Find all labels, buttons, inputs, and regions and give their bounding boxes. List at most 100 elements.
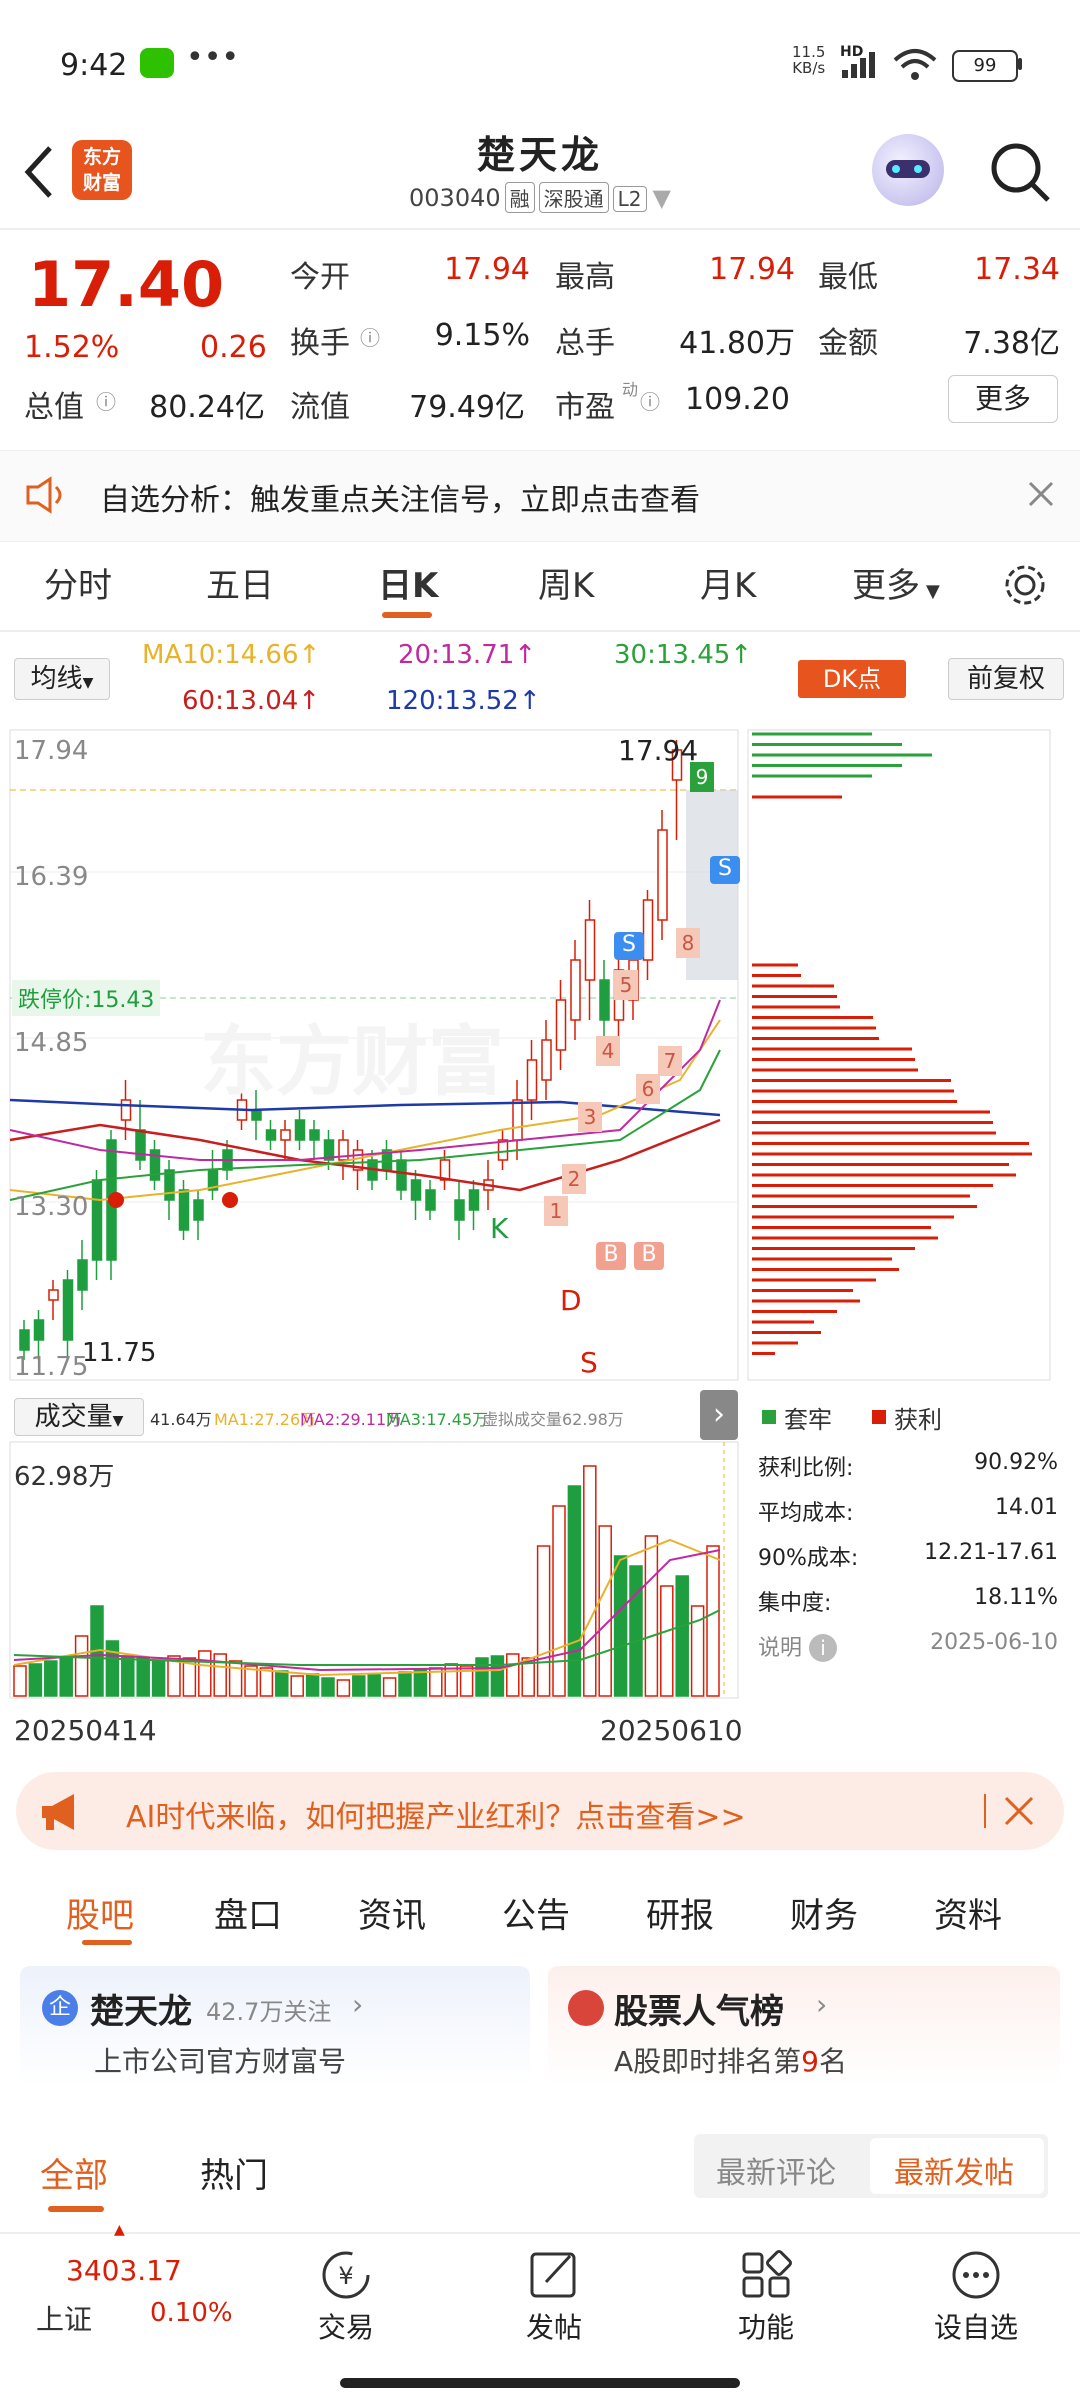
info-icon[interactable]: ⓘ (360, 322, 380, 351)
low-dot (222, 1192, 238, 1208)
feed-tab-all[interactable]: 全部 (40, 2148, 108, 2197)
tab-pankou[interactable]: 盘口 (214, 1888, 282, 1937)
volume-selector[interactable]: 成交量▼ (14, 1398, 144, 1436)
volume-selector-label: 成交量 (34, 1402, 113, 1432)
grid-icon (742, 2250, 792, 2298)
chip-explain-row[interactable]: 说明 i 2025-06-10 (758, 1630, 1058, 1675)
candle-body (62, 1279, 74, 1341)
rank-number: 9 (801, 2045, 819, 2078)
bottom-add-watchlist[interactable]: 设自选 (906, 2248, 1046, 2346)
candle-body (120, 1099, 132, 1121)
close-icon[interactable] (1002, 1794, 1036, 1828)
signal-k: K (490, 1212, 509, 1245)
sort-latest-comment[interactable]: 最新评论 (716, 2148, 836, 2192)
value-turnover: 9.15% (434, 318, 530, 353)
robot-avatar-icon[interactable] (872, 134, 944, 206)
company-card[interactable]: 企 楚天龙 42.7万关注 › 上市公司官方财富号 (20, 1966, 530, 2086)
more-icon (952, 2251, 1000, 2299)
tab-weekly-k[interactable]: 周K (538, 558, 594, 607)
volume-bar (644, 1535, 659, 1697)
net-speed-unit: KB/s (792, 59, 826, 77)
tab-five-day[interactable]: 五日 (206, 558, 274, 607)
ma-selector-label: 均线 (30, 664, 83, 694)
volume-bar (105, 1640, 120, 1697)
legend-trapped-swatch (762, 1410, 776, 1424)
sort-latest-post[interactable]: 最新发帖 (894, 2148, 1014, 2192)
expand-arrow-button[interactable]: › (700, 1390, 738, 1440)
stock-code-row[interactable]: 003040 融深股通 L2 ▼ (390, 182, 690, 213)
search-icon[interactable] (986, 138, 1056, 208)
volume-bar (583, 1465, 597, 1697)
back-arrow-icon[interactable] (20, 142, 60, 202)
caret-down-icon: ▼ (926, 581, 940, 602)
tag-connect: 深股通 (538, 182, 609, 213)
app-logo[interactable]: 东方 财富 (72, 140, 132, 200)
tab-daily-k[interactable]: 日K (378, 558, 438, 607)
tab-more-label: 更多 (852, 566, 920, 606)
company-card-title: 楚天龙 (90, 1992, 192, 2032)
dk-point-button[interactable]: DK点 (798, 660, 906, 698)
label-volume: 总手 (555, 326, 615, 361)
candle-body (512, 1099, 523, 1141)
info-icon[interactable]: ⓘ (96, 386, 116, 415)
info-icon[interactable]: ⓘ (640, 386, 660, 415)
chip-stat-label: 90%成本: (758, 1546, 859, 1571)
tab-intraday[interactable]: 分时 (44, 558, 112, 607)
feed-tab-hot[interactable]: 热门 (200, 2148, 268, 2197)
tag-margin: 融 (504, 182, 535, 213)
change-amount: 0.26 (200, 330, 267, 365)
volume-bar (398, 1671, 412, 1697)
tab-finance[interactable]: 财务 (790, 1888, 858, 1937)
stock-name: 楚天龙 (476, 133, 603, 177)
candle-body (425, 1189, 436, 1211)
tab-announcements[interactable]: 公告 (502, 1888, 570, 1937)
ma-selector[interactable]: 均线▼ (14, 658, 110, 700)
volume-bar (490, 1655, 505, 1697)
tab-more[interactable]: 更多 ▼ (852, 558, 940, 607)
volume-bar (567, 1485, 582, 1697)
signal-s-badge: S (710, 856, 740, 884)
company-card-subtitle: 上市公司官方财富号 (94, 2045, 347, 2078)
y-label-0: 17.94 (14, 736, 89, 766)
tab-guba[interactable]: 股吧 (66, 1888, 134, 1937)
popularity-card[interactable]: 股票人气榜 › A股即时排名第9名 (548, 1966, 1060, 2086)
kline-chart[interactable] (0, 720, 1080, 1390)
volume-bar (367, 1673, 381, 1697)
signal-icon (842, 52, 875, 78)
adjust-button[interactable]: 前复权 (948, 658, 1064, 700)
legend-profit-swatch (872, 1410, 886, 1424)
net-speed: 11.5 KB/s (792, 44, 825, 76)
bottom-post[interactable]: 发帖 (484, 2248, 624, 2346)
volume-bar (121, 1655, 135, 1697)
settings-gear-icon[interactable] (1000, 560, 1050, 610)
tab-profile[interactable]: 资料 (934, 1888, 1002, 1937)
index-value[interactable]: 3403.17 (66, 2254, 182, 2287)
last-price: 17.40 (28, 248, 225, 321)
candle-body (251, 1109, 262, 1121)
notice-bar[interactable]: 自选分析：触发重点关注信号，立即点击查看 (0, 450, 1080, 542)
tab-news[interactable]: 资讯 (358, 1888, 426, 1937)
volume-bar (228, 1660, 243, 1697)
index-name: 上证 (36, 2303, 93, 2336)
sort-toggle: 最新评论 最新发帖 (694, 2134, 1048, 2198)
more-dots-icon: ••• (186, 40, 240, 75)
change-pct: 1.52% (24, 330, 120, 365)
chip-stat-label: 获利比例: (758, 1456, 854, 1481)
info-icon[interactable]: i (809, 1634, 838, 1662)
more-button[interactable]: 更多 (948, 375, 1058, 423)
signal-s-badge: S (614, 932, 644, 960)
tab-research[interactable]: 研报 (646, 1888, 714, 1937)
chip-stat-row: 获利比例: 90.92% (758, 1450, 1058, 1495)
candle-number-marker: 5 (614, 970, 638, 1000)
bottom-trade[interactable]: ¥ 交易 (276, 2248, 416, 2346)
bottom-functions[interactable]: 功能 (696, 2248, 836, 2346)
tab-monthly-k[interactable]: 月K (700, 558, 756, 607)
signal-b-badge: B (596, 1242, 626, 1270)
ad-banner[interactable]: AI时代来临，如何把握产业红利？点击查看>> (16, 1772, 1064, 1850)
tag-l2: L2 (612, 186, 647, 212)
chip-stat-row: 90%成本: 12.21-17.61 (758, 1540, 1058, 1585)
volume-bar (629, 1565, 643, 1697)
wifi-icon (893, 49, 937, 80)
volume-bar (259, 1667, 274, 1697)
close-icon[interactable] (1024, 477, 1058, 511)
